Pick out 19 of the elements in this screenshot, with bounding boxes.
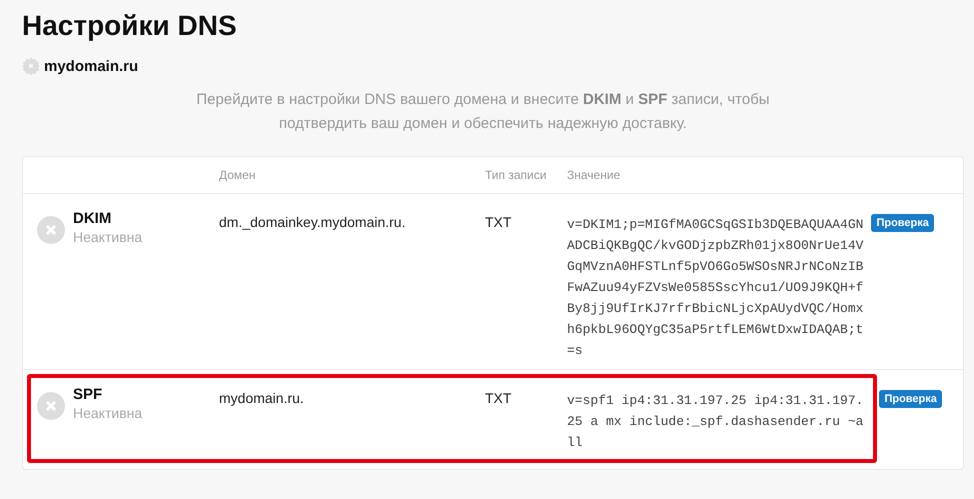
table-cell-text: TXT	[485, 213, 512, 232]
record-value: v=spf1 ip4:31.31.197.25 ip4:31.31.197.25 a mx include:_spf.dashasender.ru ~all	[567, 392, 864, 452]
table-cell-text: TXT	[485, 389, 512, 408]
page-title: Настройки DNS	[22, 9, 238, 43]
record-status: Неактивна	[73, 229, 142, 245]
column-header: Тип записи	[485, 168, 548, 182]
record-value: v=DKIM1;p=MIGfMA0GCSqGSIb3DQEBAQUAA4GNADCBiQKBgQC/kvGODjzpbZRh01jx8O0NrUe14VGqMVznA0HFSTLnf5pVO6Go5WSOsNRJrNCoNzIBFwAZuu94yFZVsWe0585SscYhcu1/UO9J9KQH+fBy8jj9UfIrKJ7rfrBbicNLjcXpAUydVQC/Homxh6pkbL96OQYgC35aP5rtfLEM6WtDxwIDAQAB;t=s	[567, 216, 864, 360]
domain-name: mydomain.ru	[44, 58, 138, 74]
record-name: DKIM	[73, 210, 112, 227]
column-header: Значение	[567, 168, 622, 182]
description-text: Перейдите в настройки DNS вашего домена и внесите DKIM и SPF записи, чтобы подтвердить ваш домен и обеспечить надежную доставку.	[195, 90, 771, 134]
check-button[interactable]: Проверка	[871, 214, 934, 232]
column-header: Домен	[219, 168, 256, 182]
check-button[interactable]: Проверка	[879, 390, 942, 408]
table-cell-text: mydomain.ru.	[219, 389, 305, 408]
table-cell-text: dm._domainkey.mydomain.ru.	[219, 213, 406, 232]
record-status: Неактивна	[73, 405, 142, 421]
record-name: SPF	[73, 386, 104, 403]
gear-icon	[22, 57, 40, 75]
